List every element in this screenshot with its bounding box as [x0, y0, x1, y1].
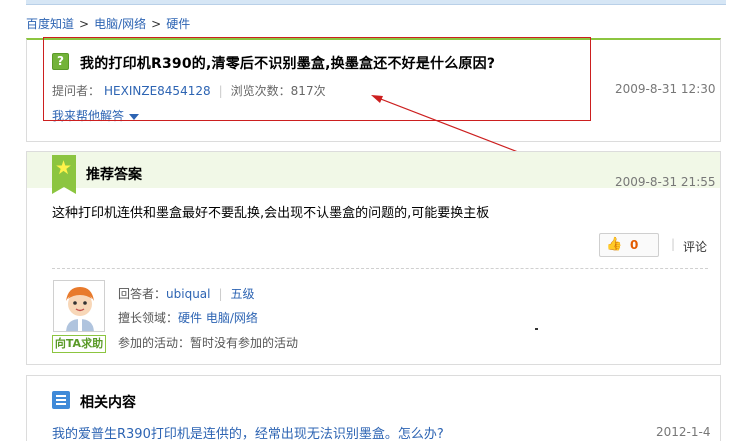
- question-date: 2009-8-31 12:30: [615, 82, 716, 96]
- answerer-label: 回答者：: [118, 287, 167, 301]
- ask-for-help-button[interactable]: 向TA求助: [52, 335, 106, 353]
- answer-date: 2009-8-31 21:55: [615, 175, 716, 189]
- avatar[interactable]: [53, 280, 105, 332]
- cartoon-avatar-icon: [54, 281, 104, 331]
- answerer-row: 回答者：ubiqual | 五级: [118, 285, 255, 302]
- answer-divider: [52, 268, 708, 269]
- recommended-answer-heading: 推荐答案: [86, 167, 142, 183]
- expertise-label: 擅长领域：: [118, 311, 179, 325]
- activity-row: 参加的活动：暂时没有参加的活动: [118, 334, 298, 351]
- related-heading: 相关内容: [80, 395, 136, 411]
- comment-link[interactable]: 评论: [683, 238, 707, 255]
- star-icon: ★: [55, 157, 73, 179]
- comment-divider: |: [671, 237, 676, 251]
- breadcrumb-home-link[interactable]: 百度知道: [26, 17, 74, 31]
- answerer-level[interactable]: 五级: [231, 287, 255, 301]
- stray-mark: [535, 328, 538, 330]
- activity-value: 暂时没有参加的活动: [190, 336, 299, 350]
- breadcrumb-separator: >: [79, 17, 90, 31]
- breadcrumb-category-link[interactable]: 电脑/网络: [94, 17, 146, 31]
- related-item-link[interactable]: 我的爱普生R390打印机是连供的，经常出现无法识别墨盒。怎么办?: [52, 423, 444, 441]
- answer-content: 这种打印机连供和墨盒最好不要乱换,会出现不认墨盒的问题的,可能要换主板: [52, 206, 490, 221]
- breadcrumb: 百度知道 > 电脑/网络 > 硬件: [26, 15, 190, 32]
- annotation-highlight-box: [43, 37, 591, 121]
- answerer-link[interactable]: ubiqual: [166, 287, 210, 301]
- list-icon: [52, 391, 70, 409]
- related-item-date: 2012-1-4: [656, 425, 711, 439]
- breadcrumb-separator: >: [151, 17, 162, 31]
- top-nav-strip: [26, 0, 726, 5]
- answerer-divider: |: [218, 287, 223, 301]
- breadcrumb-subcategory-link[interactable]: 硬件: [166, 17, 190, 31]
- like-count: 0: [630, 238, 639, 252]
- activity-label: 参加的活动：: [118, 336, 191, 350]
- expertise-row: 擅长领域：硬件 电脑/网络: [118, 309, 258, 326]
- expertise-links[interactable]: 硬件 电脑/网络: [178, 311, 258, 325]
- thumbs-up-icon: 👍: [606, 237, 623, 252]
